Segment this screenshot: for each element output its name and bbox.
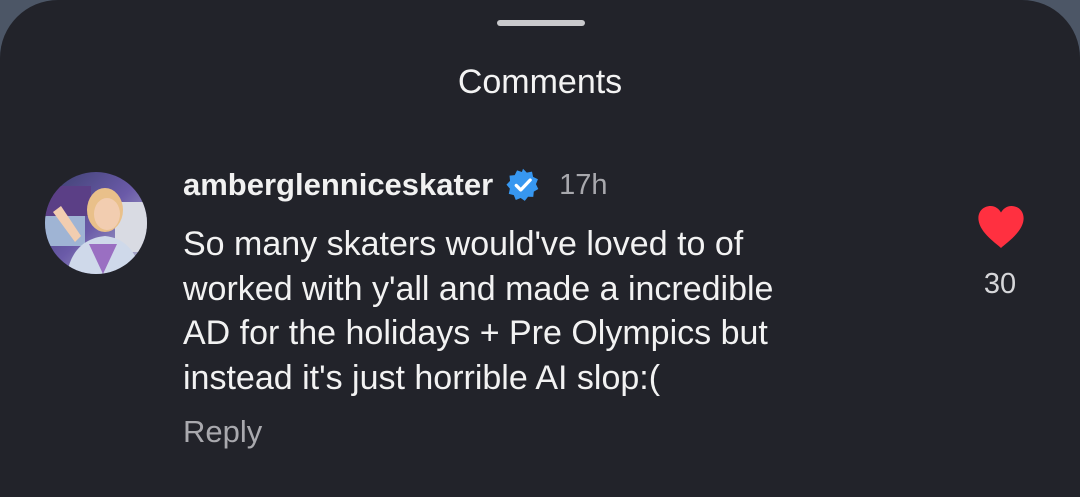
- comment-header: amberglenniceskater 17h: [183, 164, 608, 206]
- like-count: 30: [983, 268, 1017, 300]
- comment-username[interactable]: amberglenniceskater: [183, 164, 493, 206]
- sheet-title: Comments: [457, 63, 623, 101]
- comment-text-line: So many skaters would've loved to of: [183, 225, 744, 263]
- comment-text: So many skaters would've loved to of wor…: [183, 222, 943, 400]
- comment-text-line: instead it's just horrible AI slop:(: [183, 358, 661, 397]
- avatar[interactable]: [45, 172, 147, 274]
- comments-sheet: Comments amberglenniceskater 17h So many…: [0, 0, 1080, 497]
- avatar-image: [45, 172, 147, 274]
- comment-timestamp: 17h: [559, 169, 608, 201]
- reply-button[interactable]: Reply: [183, 410, 262, 454]
- comment-text-line: worked with y'all and made a incredible: [183, 269, 774, 308]
- heart-icon[interactable]: [976, 204, 1026, 250]
- comment-text-line: AD for the holidays + Pre Olympics but: [183, 314, 768, 352]
- drag-handle[interactable]: [497, 20, 585, 26]
- verified-badge-icon: [505, 167, 541, 203]
